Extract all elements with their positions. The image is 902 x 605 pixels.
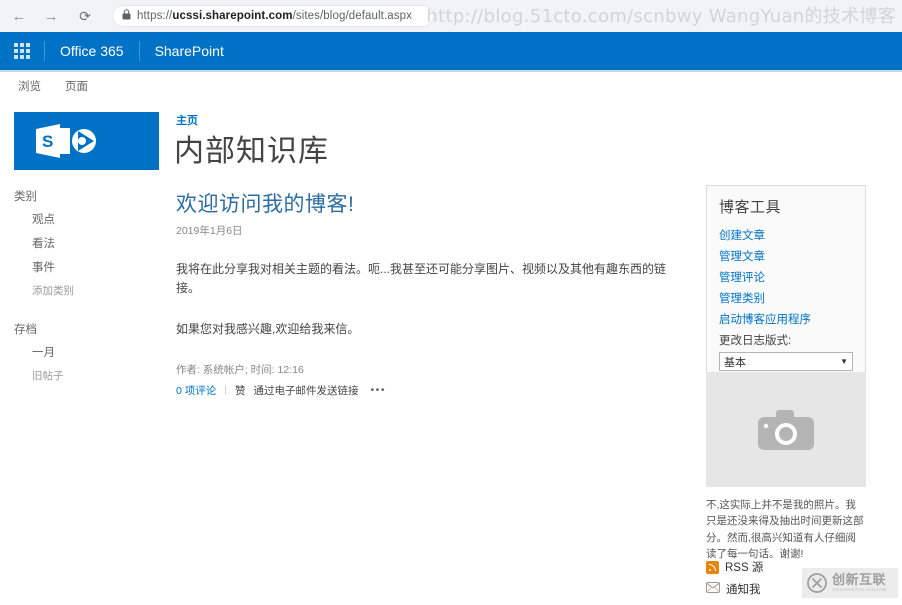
lock-icon <box>122 7 131 25</box>
nav-heading-categories: 类别 <box>14 191 37 203</box>
site-header: S 主页 内部知识库 <box>0 104 902 174</box>
comments-link[interactable]: 0 项评论 <box>176 383 216 398</box>
create-post-link[interactable]: 创建文章 <box>719 224 853 245</box>
alert-label: 通知我 <box>726 584 761 596</box>
ribbon-tabs: 浏览 页面 <box>0 72 902 100</box>
page-title: 内部知识库 <box>174 135 329 168</box>
camera-icon <box>758 409 814 450</box>
chuangxin-logo-icon <box>807 573 827 593</box>
chevron-down-icon: ▼ <box>840 357 848 366</box>
suite-bar: Office 365 SharePoint <box>0 32 902 70</box>
blog-tools-title: 博客工具 <box>719 199 782 216</box>
rss-icon <box>706 560 719 574</box>
office365-link[interactable]: Office 365 <box>45 43 139 59</box>
browser-window: ← → ⟳ https://ucssi.sharepoint.com/sites… <box>0 0 902 605</box>
photo-placeholder <box>706 372 866 487</box>
sidebar-item-older-posts[interactable]: 旧帖子 <box>0 364 165 387</box>
post-paragraph-2: 如果您对我感兴趣,欢迎给我来信。 <box>176 322 360 337</box>
layout-select-value: 基本 <box>724 356 746 369</box>
watermark-logo-text: 创新互联 <box>832 572 887 588</box>
url-text: https://ucssi.sharepoint.com/sites/blog/… <box>137 10 412 22</box>
nav-heading-archive: 存档 <box>14 324 37 336</box>
like-button[interactable]: 赞 <box>235 383 246 398</box>
sidebar-item-january[interactable]: 一月 <box>0 340 165 364</box>
address-bar[interactable]: https://ucssi.sharepoint.com/sites/blog/… <box>112 5 434 27</box>
left-navigation: 类别 观点 看法 事件 添加类别 存档 一月 旧帖子 <box>0 185 165 387</box>
mail-alert-icon <box>706 582 720 596</box>
post-title-link[interactable]: 欢迎访问我的博客! <box>176 188 676 218</box>
watermark-logo-badge: 创新互联 CHUANGXIN HULIAN <box>802 568 898 598</box>
change-layout-label: 更改日志版式: <box>719 335 792 347</box>
post-date: 2019年1月6日 <box>176 225 243 237</box>
manage-posts-link[interactable]: 管理文章 <box>719 245 853 266</box>
watermark-url-text: http://blog.51cto.com/scnbwy WangYuan的技术… <box>426 6 896 27</box>
manage-comments-link[interactable]: 管理评论 <box>719 266 853 287</box>
post-paragraph-1: 我将在此分享我对相关主题的看法。呃...我甚至还可能分享图片、视频以及其他有趣东… <box>176 262 667 296</box>
rss-label: RSS 源 <box>725 562 764 574</box>
browser-toolbar: ← → ⟳ https://ucssi.sharepoint.com/sites… <box>0 0 902 32</box>
tab-page[interactable]: 页面 <box>55 78 98 94</box>
back-icon[interactable]: ← <box>6 3 32 29</box>
sharepoint-logo-icon[interactable]: S <box>14 112 159 170</box>
sidebar-item-views[interactable]: 看法 <box>0 231 165 255</box>
more-options-icon[interactable]: ••• <box>371 384 387 396</box>
layout-select[interactable]: 基本 ▼ <box>719 352 853 371</box>
sidebar-item-events[interactable]: 事件 <box>0 255 165 279</box>
email-link-button[interactable]: 通过电子邮件发送链接 <box>254 383 359 398</box>
sidebar-item-opinions[interactable]: 观点 <box>0 207 165 231</box>
post-body: 我将在此分享我对相关主题的看法。呃...我甚至还可能分享图片、视频以及其他有趣东… <box>176 260 676 340</box>
tab-browse[interactable]: 浏览 <box>8 78 51 94</box>
launch-blog-app-link[interactable]: 启动博客应用程序 <box>719 308 853 329</box>
app-launcher-icon[interactable] <box>0 32 44 70</box>
photo-webpart: 不,这实际上并不是我的照片。我只是还没来得及抽出时间更新这部分。然而,很高兴知道… <box>706 372 866 562</box>
manage-categories-link[interactable]: 管理类别 <box>719 287 853 308</box>
sidebar-item-add-category[interactable]: 添加类别 <box>0 279 165 302</box>
post-author-time: 作者: 系统帐户; 时间: 12:16 <box>176 363 304 376</box>
blog-tools-webpart: 博客工具 创建文章 管理文章 管理评论 管理类别 启动博客应用程序 更改日志版式… <box>706 185 866 384</box>
watermark-logo-subtext: CHUANGXIN HULIAN <box>832 587 887 593</box>
action-separator: | <box>224 384 227 397</box>
photo-caption: 不,这实际上并不是我的照片。我只是还没来得及抽出时间更新这部分。然而,很高兴知道… <box>706 499 864 560</box>
forward-icon[interactable]: → <box>38 3 64 29</box>
blog-post: 欢迎访问我的博客! 2019年1月6日 我将在此分享我对相关主题的看法。呃...… <box>176 188 676 398</box>
post-actions: 0 项评论 | 赞 通过电子邮件发送链接 ••• <box>176 383 676 398</box>
svg-text:S: S <box>42 132 53 151</box>
reload-icon[interactable]: ⟳ <box>72 3 98 29</box>
sharepoint-link[interactable]: SharePoint <box>140 43 239 59</box>
